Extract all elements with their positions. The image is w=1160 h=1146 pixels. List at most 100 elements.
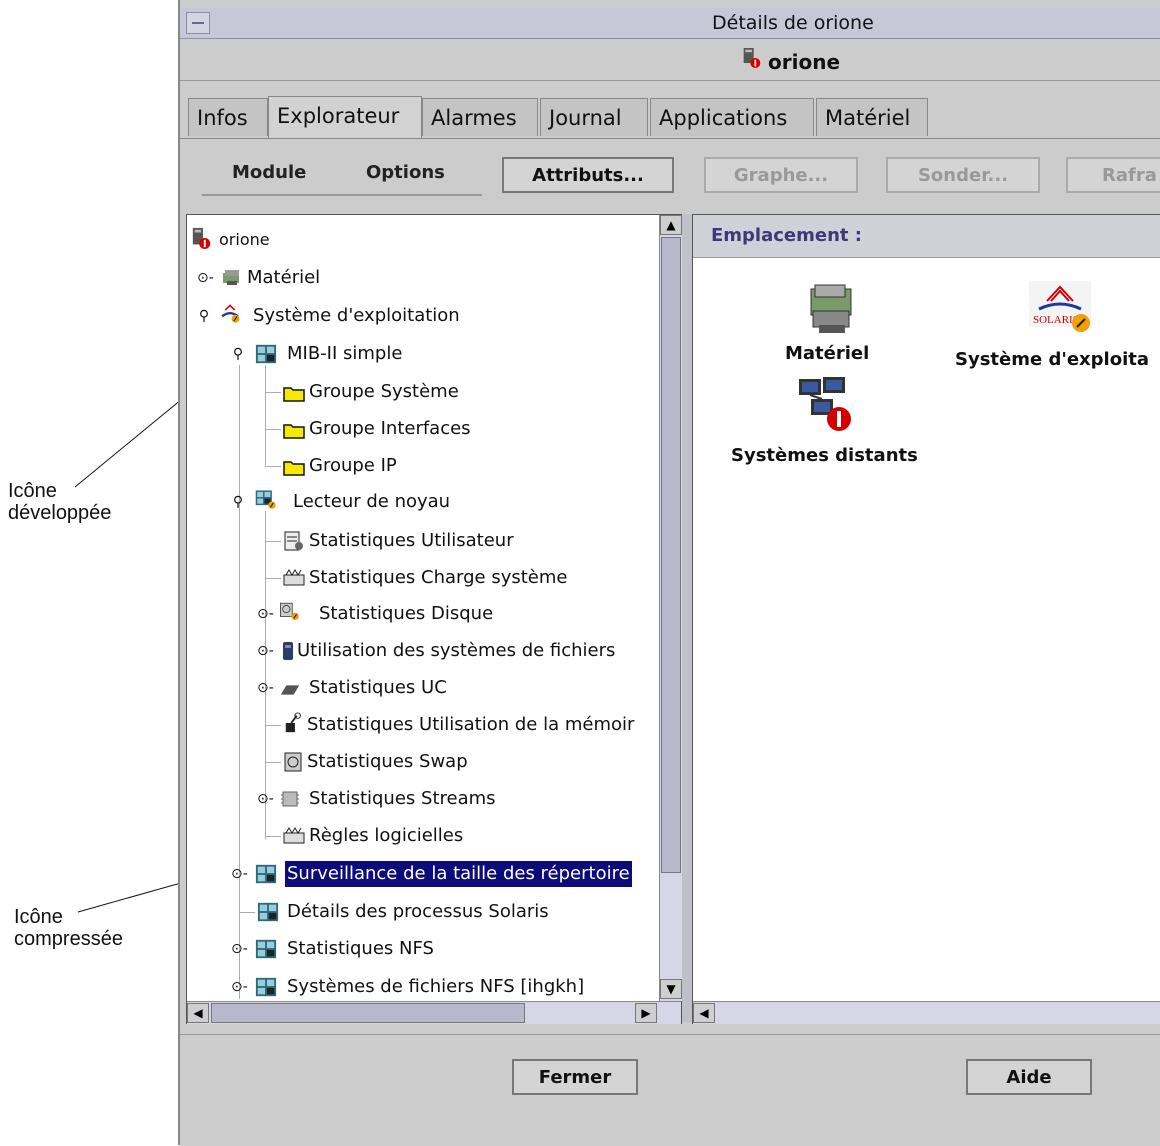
tree-line [265,392,281,393]
tree-line [265,541,281,542]
dialog-footer: Fermer Aide [180,1034,1160,1146]
options-menu[interactable]: Options [366,162,445,183]
expanded-expander-icon[interactable]: ⚲ [231,495,245,509]
tree-line [265,836,281,837]
tree-item-label: Détails des processus Solaris [287,901,549,922]
tree-item-solaris-processes[interactable]: Détails des processus Solaris [257,899,617,925]
collapsed-expander-icon[interactable]: ⊙- [257,607,274,621]
host-alarm-icon [192,227,211,249]
tab-materiel[interactable]: Matériel [816,98,928,136]
window-title: Détails de orione [712,12,874,34]
os-label[interactable]: Système d'exploita [955,349,1149,370]
tree-item-label: Statistiques NFS [287,938,434,959]
remote-systems-large-icon[interactable] [797,375,857,439]
user-stats-icon [284,531,303,551]
cpu-icon [280,685,300,695]
pane-splitter[interactable] [682,214,692,1022]
tree-item-nfs-stats[interactable]: ⊙- Statistiques NFS [231,936,491,962]
collapsed-expander-icon[interactable]: ⊙- [197,271,214,285]
tab-alarmes[interactable]: Alarmes [422,98,538,136]
tree-pane[interactable]: ▲ ▼ ◀ ▶ orione ⊙- Matériel ⚲ Système d'e… [186,214,682,1024]
tree-item-mib2[interactable]: ⚲ MIB-II simple [231,341,471,367]
tree-horizontal-thumb[interactable] [211,1003,525,1023]
tree-item-label: Lecteur de noyau [293,491,451,512]
expanded-expander-icon[interactable]: ⚲ [231,347,245,361]
hardware-icon [223,270,239,285]
tree-item-software-rules[interactable]: Règles logicielles [283,823,543,849]
tab-divider [180,138,1160,139]
tree-vertical-thumb[interactable] [661,237,681,873]
scroll-up-arrow[interactable]: ▲ [660,215,682,235]
help-button[interactable]: Aide [966,1059,1092,1095]
tree-item-filesystem-usage[interactable]: ⊙- Utilisation des systèmes de fichiers [257,638,657,664]
tree-item-os[interactable]: ⚲ Système d'exploitation [197,303,517,329]
tab-applications[interactable]: Applications [650,98,814,136]
scroll-left-arrow[interactable]: ◀ [187,1003,209,1023]
tree-item-disk-stats[interactable]: ⊙- Statistiques Disque [257,601,557,627]
remote-systems-label[interactable]: Systèmes distants [731,445,918,466]
hardware-large-icon[interactable] [805,281,861,337]
location-bar: Emplacement : [693,215,1160,258]
expanded-expander-icon[interactable]: ⚲ [197,309,211,323]
content-scroll-left-arrow[interactable]: ◀ [693,1003,715,1023]
hardware-label[interactable]: Matériel [785,343,869,364]
tree-item-kernel-reader[interactable]: ⚲ Lecteur de noyau [231,489,511,515]
filesystem-icon [283,642,293,660]
module-icon [255,977,277,997]
tree-item-cpu-stats[interactable]: ⊙- Statistiques UC [257,675,557,701]
minimize-button[interactable] [186,12,210,34]
refresh-button[interactable]: Rafra [1066,157,1160,193]
tree-item-label: Système d'exploitation [253,305,460,326]
scroll-right-arrow[interactable]: ▶ [635,1003,657,1023]
tree-item-label: orione [219,230,270,249]
tree-horizontal-scrollbar[interactable]: ◀ ▶ [187,1001,681,1024]
tree-item-interfaces-group[interactable]: Groupe Interfaces [283,416,543,442]
tree-line [265,725,281,726]
tree-line [265,762,281,763]
tree-item-memory-stats[interactable]: Statistiques Utilisation de la mémoir [283,712,663,738]
scroll-down-arrow[interactable]: ▼ [660,979,682,999]
close-button[interactable]: Fermer [512,1059,638,1095]
details-window: Détails de orione orione Infos Explorate… [178,0,1160,1146]
tree-item-label: Statistiques Charge système [309,567,568,588]
solaris-large-icon[interactable]: SOLARIS [1025,279,1095,335]
tab-infos[interactable]: Infos [188,98,268,136]
tree-item-load-stats[interactable]: Statistiques Charge système [283,565,623,591]
tree-item-user-stats[interactable]: Statistiques Utilisateur [283,528,603,554]
collapsed-expander-icon[interactable]: ⊙- [257,644,274,658]
tree-item-system-group[interactable]: Groupe Système [283,379,543,405]
tree-item-directory-size[interactable]: ⊙- Surveillance de la taille des réperto… [231,861,655,887]
collapsed-expander-icon[interactable]: ⊙- [231,942,248,956]
tree-vertical-scrollbar[interactable]: ▲ ▼ [659,215,682,1001]
tree-item-nfs-filesystems[interactable]: ⊙- Systèmes de fichiers NFS [ihgkh] [231,974,631,1000]
disk-warning-icon [280,602,299,621]
collapsed-expander-icon[interactable]: ⊙- [231,980,248,994]
module-warning-icon [255,490,276,509]
solaris-logo-text: SOLARIS [1033,314,1079,326]
attributes-button[interactable]: Attributs... [502,157,674,193]
rules-meter-icon [283,827,305,844]
tab-journal[interactable]: Journal [540,98,648,136]
tree-item-streams-stats[interactable]: ⊙- Statistiques Streams [257,786,557,812]
content-pane[interactable]: Emplacement : Matériel SOLARIS Système d… [692,214,1160,1024]
collapsed-expander-icon[interactable]: ⊙- [257,792,274,806]
host-header: orione [180,40,1160,81]
tree-item-label: Statistiques Swap [307,751,468,772]
tree-item-swap-stats[interactable]: Statistiques Swap [283,749,583,775]
solaris-os-icon [221,304,240,323]
tree-item-ip-group[interactable]: Groupe IP [283,453,483,479]
graph-button[interactable]: Graphe... [704,157,858,193]
content-horizontal-scrollbar[interactable]: ◀ [693,1001,1160,1024]
collapsed-expander-icon[interactable]: ⊙- [257,681,274,695]
tree-line [265,466,281,467]
probe-button[interactable]: Sonder... [886,157,1040,193]
folder-icon [283,387,305,402]
tree-line [239,365,240,999]
module-menu[interactable]: Module [232,162,306,183]
memory-probe-icon [285,712,301,733]
tree-item-materiel[interactable]: ⊙- Matériel [197,265,397,291]
collapsed-expander-icon[interactable]: ⊙- [231,867,248,881]
tree-item-label: Groupe Système [309,381,459,402]
title-bar[interactable]: Détails de orione [180,8,1160,39]
tab-explorateur[interactable]: Explorateur [268,96,422,138]
